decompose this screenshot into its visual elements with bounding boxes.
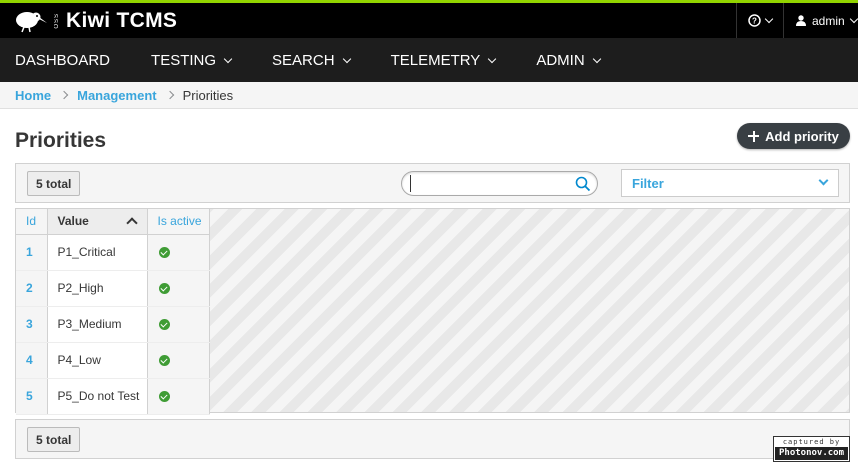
app-title: Kiwi TCMS — [66, 9, 178, 32]
sort-ascending-icon — [125, 217, 138, 229]
priorities-table-container: Id Value Is active 1 P1_Critical 2 P2_Hi… — [15, 208, 850, 415]
row-value: P4_Low — [47, 342, 148, 379]
chevron-down-icon — [764, 14, 774, 24]
table-row: 2 P2_High — [16, 270, 210, 307]
page-title: Priorities — [15, 129, 107, 152]
check-circle-icon — [158, 283, 170, 295]
filter-select[interactable]: Filter — [621, 169, 839, 197]
column-header-value[interactable]: Value — [47, 209, 148, 235]
row-id-link[interactable]: 4 — [16, 342, 48, 379]
row-id-link[interactable]: 3 — [16, 306, 48, 343]
breadcrumb-management[interactable]: Management — [77, 88, 156, 103]
row-value: P3_Medium — [47, 306, 148, 343]
row-is-active — [147, 306, 210, 343]
filter-label: Filter — [632, 175, 664, 191]
check-circle-icon — [158, 355, 170, 367]
chevron-right-icon — [165, 90, 174, 100]
nav-label: SEARCH — [272, 51, 335, 69]
table-row: 1 P1_Critical — [16, 234, 210, 271]
chevron-down-icon — [488, 54, 497, 63]
breadcrumb-current: Priorities — [182, 87, 234, 103]
row-value: P5_Do not Test — [47, 378, 148, 415]
top-bar: OSS Kiwi TCMS ? admin — [0, 0, 858, 38]
kiwi-bird-icon — [16, 12, 47, 33]
row-is-active — [147, 342, 210, 379]
column-header-is-active[interactable]: Is active — [147, 209, 210, 235]
nav-admin[interactable]: ADMIN — [510, 38, 614, 82]
nav-label: DASHBOARD — [15, 51, 111, 69]
check-circle-icon — [158, 247, 170, 259]
nav-dashboard[interactable]: DASHBOARD — [0, 38, 125, 82]
user-menu[interactable]: admin — [784, 3, 858, 38]
user-name: admin — [812, 13, 845, 28]
add-priority-button[interactable]: Add priority — [737, 123, 850, 149]
main-nav: DASHBOARD TESTING SEARCH TELEMETRY ADMIN — [0, 38, 858, 82]
table-header-row: Id Value Is active — [16, 209, 210, 235]
breadcrumb: Home Management Priorities — [0, 82, 858, 109]
question-circle-icon: ? — [748, 14, 761, 27]
nav-telemetry[interactable]: TELEMETRY — [365, 38, 511, 82]
plus-icon — [748, 130, 760, 142]
nav-testing[interactable]: TESTING — [125, 38, 246, 82]
breadcrumb-home[interactable]: Home — [15, 88, 51, 103]
total-count-badge: 5 total — [27, 171, 81, 196]
chevron-right-icon — [59, 90, 69, 100]
row-is-active — [147, 270, 210, 307]
chevron-down-icon — [592, 54, 601, 63]
column-header-value-label: Value — [57, 214, 89, 229]
chevron-down-icon — [818, 175, 829, 186]
table-toolbar: 5 total Filter — [15, 163, 850, 203]
watermark-line2: Photonov.com — [775, 447, 848, 460]
check-circle-icon — [158, 319, 170, 331]
nav-search[interactable]: SEARCH — [246, 38, 365, 82]
row-is-active — [147, 378, 210, 415]
chevron-down-icon — [849, 14, 858, 24]
priorities-table: Id Value Is active 1 P1_Critical 2 P2_Hi… — [16, 209, 210, 415]
chevron-down-icon — [342, 54, 351, 63]
row-is-active — [147, 234, 210, 271]
logo[interactable]: OSS Kiwi TCMS — [14, 7, 177, 35]
row-value: P2_High — [47, 270, 148, 307]
row-id-link[interactable]: 2 — [16, 270, 48, 307]
nav-label: TELEMETRY — [390, 51, 481, 69]
brand-small: OSS — [54, 13, 60, 29]
nav-label: ADMIN — [536, 51, 585, 69]
nav-label: TESTING — [151, 51, 217, 69]
user-icon — [796, 15, 806, 26]
column-header-id[interactable]: Id — [16, 209, 48, 235]
chevron-down-icon — [223, 54, 233, 63]
add-priority-label: Add priority — [765, 128, 839, 144]
table-row: 5 P5_Do not Test — [16, 378, 210, 415]
table-row: 3 P3_Medium — [16, 306, 210, 343]
table-row: 4 P4_Low — [16, 342, 210, 379]
row-id-link[interactable]: 5 — [16, 378, 48, 415]
help-menu[interactable]: ? — [736, 3, 784, 38]
search-input[interactable] — [410, 175, 570, 192]
table-footer: 5 total — [15, 419, 850, 459]
capture-watermark: captured by Photonov.com — [773, 436, 850, 462]
check-circle-icon — [158, 391, 170, 403]
search-icon[interactable] — [575, 176, 591, 192]
watermark-line1: captured by — [782, 438, 841, 446]
row-value: P1_Critical — [47, 234, 148, 271]
total-count-badge: 5 total — [27, 427, 81, 452]
search-box[interactable] — [401, 171, 598, 196]
row-id-link[interactable]: 1 — [16, 234, 48, 271]
svg-text:?: ? — [752, 17, 757, 26]
